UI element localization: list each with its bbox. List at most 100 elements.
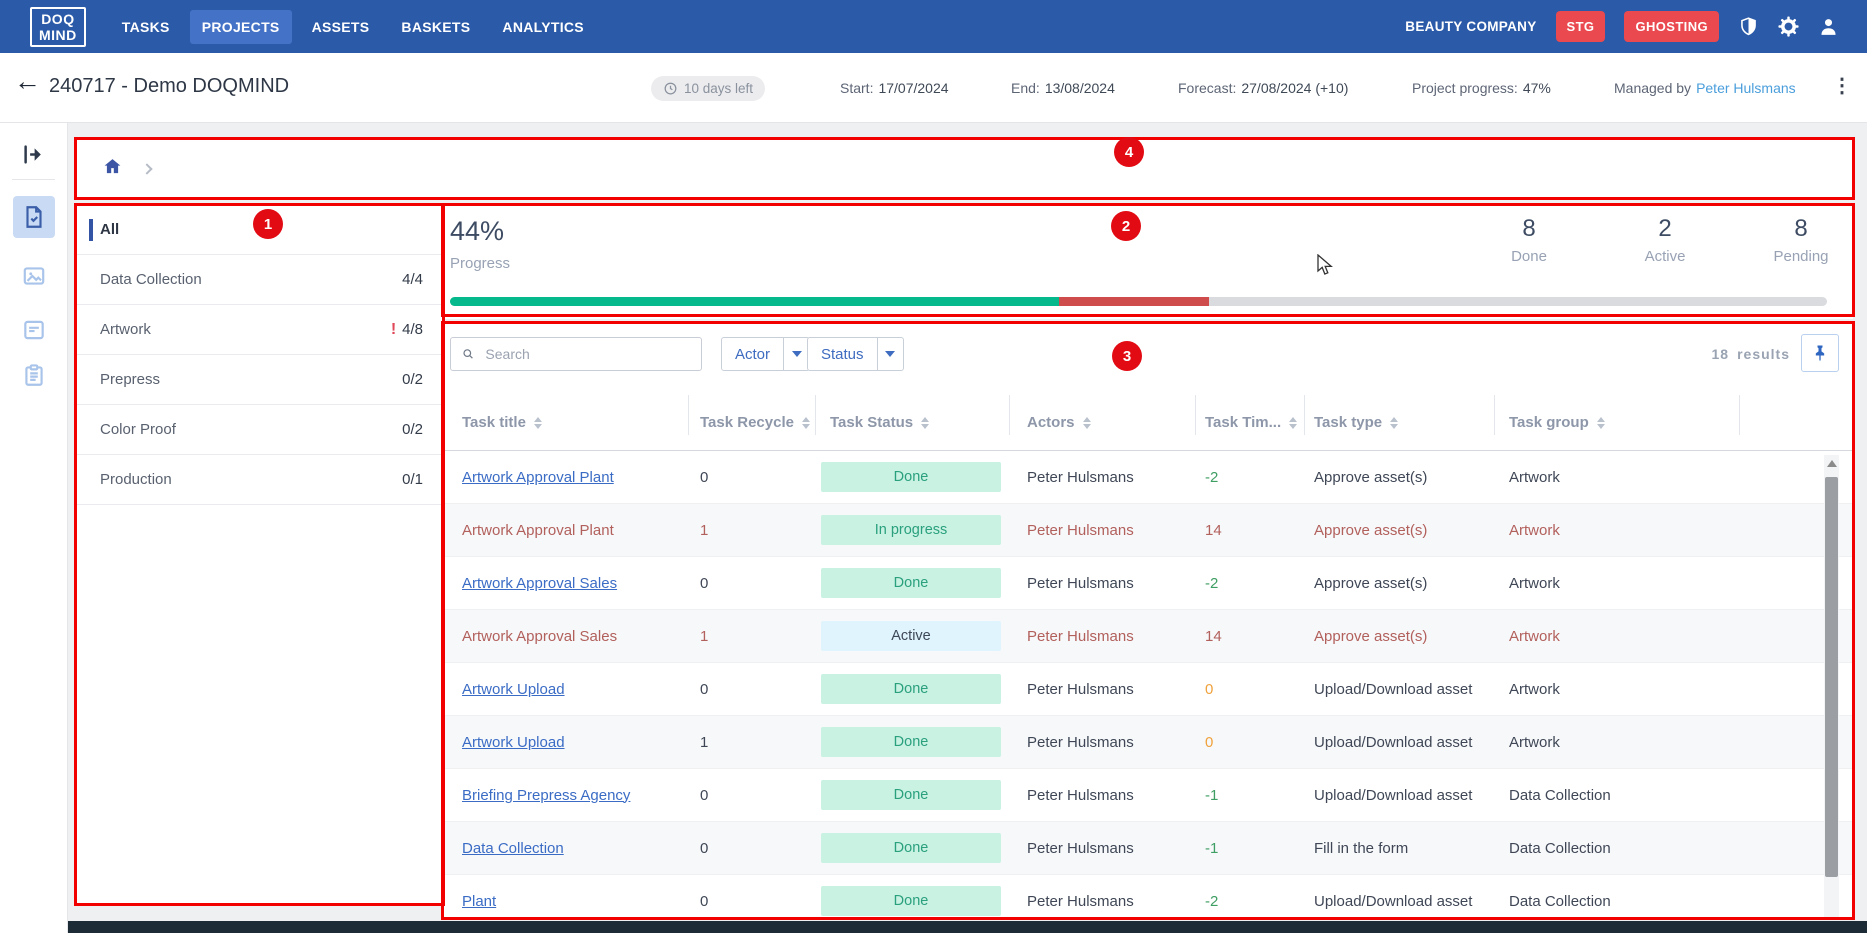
gear-icon[interactable] [1778, 16, 1799, 37]
scroll-up-icon[interactable] [1827, 460, 1837, 467]
sidebar-item-tasks[interactable] [13, 196, 55, 238]
group-label: Artwork [100, 321, 151, 338]
sort-icon[interactable] [534, 417, 542, 429]
sort-desc-icon [534, 424, 542, 429]
actor-filter-button[interactable]: Actor [721, 337, 810, 371]
status-filter-button[interactable]: Status [807, 337, 904, 371]
status-filter-caret[interactable] [877, 338, 903, 370]
task-title-link[interactable]: Data Collection [462, 840, 564, 857]
table-row[interactable]: Plant0DonePeter Hulsmans-2Upload/Downloa… [443, 875, 1853, 919]
column-header-task-tim[interactable]: Task Tim... [1196, 395, 1305, 450]
table-row[interactable]: Briefing Prepress Agency0DonePeter Hulsm… [443, 769, 1853, 822]
env-badge[interactable]: STG [1556, 11, 1606, 42]
table-row[interactable]: Artwork Upload0DonePeter Hulsmans0Upload… [443, 663, 1853, 716]
column-header-actors[interactable]: Actors [1010, 395, 1196, 450]
table-row[interactable]: Artwork Approval Plant0DonePeter Hulsman… [443, 451, 1853, 504]
group-count: 4/4 [402, 271, 423, 288]
column-header-task-group[interactable]: Task group [1495, 395, 1740, 450]
app-logo[interactable]: DOQ MIND [30, 7, 86, 47]
group-item-all[interactable]: All [75, 205, 443, 255]
cell-task-recycle: 0 [689, 469, 816, 486]
column-header-task-status[interactable]: Task Status [816, 395, 1010, 450]
sort-icon[interactable] [802, 417, 810, 429]
start-date: Start:17/07/2024 [840, 80, 949, 96]
cell-actors: Peter Hulsmans [1010, 681, 1196, 698]
task-time-value: -2 [1205, 575, 1218, 592]
table-row[interactable]: Artwork Approval Sales0DonePeter Hulsman… [443, 557, 1853, 610]
cell-task-recycle: 0 [689, 893, 816, 910]
task-title-link[interactable]: Artwork Upload [462, 681, 565, 698]
shield-icon[interactable] [1738, 16, 1759, 37]
cell-task-recycle: 0 [689, 787, 816, 804]
column-header-label: Task title [462, 414, 526, 431]
task-title-link[interactable]: Plant [462, 893, 496, 910]
group-item-artwork[interactable]: Artwork !4/8 [75, 305, 443, 355]
back-button[interactable]: ← [14, 68, 41, 95]
sort-icon[interactable] [1390, 417, 1398, 429]
group-item-production[interactable]: Production0/1 [75, 455, 443, 505]
stat-label: Active [1633, 248, 1697, 265]
sort-asc-icon [534, 417, 542, 422]
group-count-wrap: 0/1 [402, 471, 423, 488]
column-header-task-type[interactable]: Task type [1305, 395, 1495, 450]
pushpin-icon [1810, 343, 1830, 363]
group-item-data-collection[interactable]: Data Collection4/4 [75, 255, 443, 305]
stat-label: Pending [1769, 248, 1833, 265]
sort-icon[interactable] [921, 417, 929, 429]
cell-task-type: Approve asset(s) [1305, 469, 1495, 486]
task-title-link[interactable]: Artwork Approval Plant [462, 469, 614, 486]
task-time-value: 0 [1205, 681, 1213, 698]
manager-link[interactable]: Peter Hulsmans [1696, 80, 1796, 96]
sort-icon[interactable] [1597, 417, 1605, 429]
kebab-menu-icon[interactable]: ⋮ [1832, 73, 1852, 98]
group-item-color-proof[interactable]: Color Proof0/2 [75, 405, 443, 455]
nav-item-projects[interactable]: PROJECTS [190, 10, 292, 44]
cell-actors: Peter Hulsmans [1010, 893, 1196, 910]
cell-task-title: Artwork Approval Sales [443, 628, 689, 645]
cell-task-group: Data Collection [1495, 787, 1740, 804]
sidebar-item-forms[interactable] [21, 362, 47, 388]
group-item-prepress[interactable]: Prepress0/2 [75, 355, 443, 405]
task-title-link[interactable]: Artwork Upload [462, 734, 565, 751]
sidebar-item-documents[interactable] [21, 317, 47, 343]
user-icon[interactable] [1818, 16, 1839, 37]
task-title-link[interactable]: Briefing Prepress Agency [462, 787, 630, 804]
search-input[interactable] [483, 345, 691, 363]
cell-actors: Peter Hulsmans [1010, 628, 1196, 645]
column-header-task-recycle[interactable]: Task Recycle [689, 395, 816, 450]
progress-card: 44% Progress 8Done2Active8Pending [443, 205, 1853, 319]
actor-filter-caret[interactable] [783, 338, 809, 370]
cell-task-recycle: 0 [689, 840, 816, 857]
stat-active: 2Active [1633, 215, 1697, 265]
table-row[interactable]: Artwork Approval Sales1ActivePeter Hulsm… [443, 610, 1853, 663]
sidebar-item-assets[interactable] [21, 263, 47, 289]
bottom-strip [0, 921, 1867, 933]
cell-task-title: Artwork Upload [443, 734, 689, 751]
table-row[interactable]: Data Collection0DonePeter Hulsmans-1Fill… [443, 822, 1853, 875]
table-row[interactable]: Artwork Upload1DonePeter Hulsmans0Upload… [443, 716, 1853, 769]
column-header-task-title[interactable]: Task title [443, 395, 689, 450]
sort-icon[interactable] [1289, 417, 1297, 429]
group-count: 0/2 [402, 371, 423, 388]
status-filter-label: Status [808, 338, 877, 370]
group-count-wrap: !4/8 [391, 321, 423, 339]
progress-stats: 8Done2Active8Pending [1497, 215, 1833, 265]
task-title-link[interactable]: Artwork Approval Sales [462, 575, 617, 592]
nav-item-assets[interactable]: ASSETS [300, 10, 382, 44]
sort-icon[interactable] [1083, 417, 1091, 429]
table-row[interactable]: Artwork Approval Plant1In progressPeter … [443, 504, 1853, 557]
image-icon [21, 263, 47, 289]
pin-button[interactable] [1801, 334, 1839, 372]
sidebar-collapse-icon[interactable] [20, 141, 47, 168]
clipboard-icon [21, 362, 47, 388]
table-scrollbar[interactable] [1824, 455, 1839, 919]
cell-task-timing: -1 [1196, 787, 1305, 804]
cell-task-status: Active [816, 621, 1010, 651]
nav-item-analytics[interactable]: ANALYTICS [490, 10, 596, 44]
scrollbar-thumb[interactable] [1825, 477, 1838, 877]
cell-task-recycle: 0 [689, 575, 816, 592]
ghosting-badge[interactable]: GHOSTING [1624, 11, 1719, 42]
nav-item-tasks[interactable]: TASKS [110, 10, 182, 44]
home-icon[interactable] [102, 156, 123, 182]
nav-item-baskets[interactable]: BASKETS [389, 10, 482, 44]
